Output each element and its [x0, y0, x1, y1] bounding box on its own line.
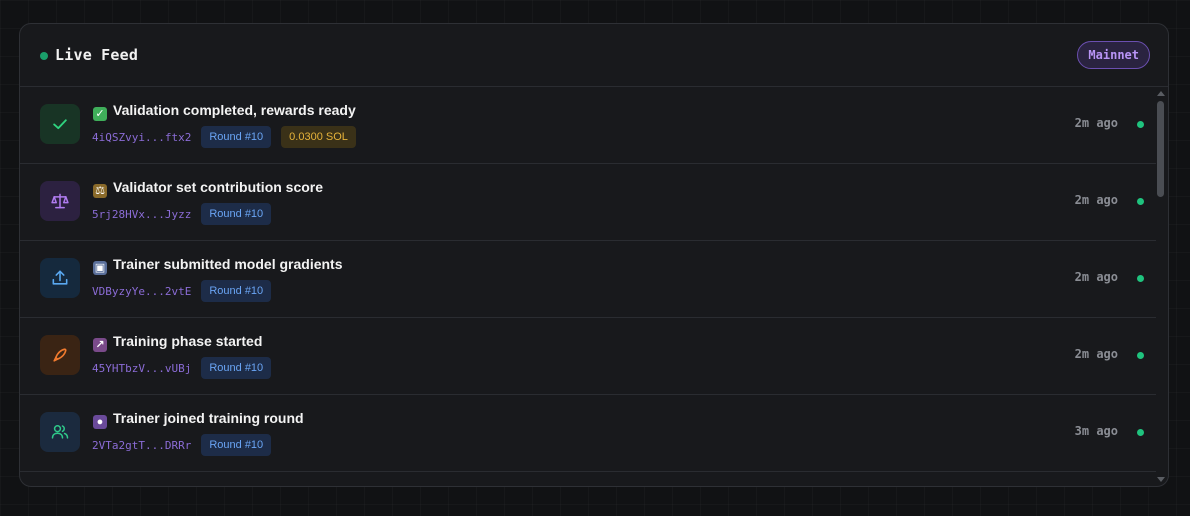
feed-item-title: ● Trainer joined training round: [93, 410, 304, 429]
reward-amount-tag: 0.0300 SOL: [281, 126, 356, 148]
feed-item-title: ↗ Training phase started: [93, 333, 262, 352]
wallet-address-link[interactable]: 45YHTbzV...vUBj: [92, 362, 191, 375]
network-badge[interactable]: Mainnet: [1077, 41, 1150, 69]
rocket-icon: [40, 335, 80, 375]
event-timestamp: 2m ago: [1074, 193, 1118, 207]
panel-header: Live Feed Mainnet: [20, 24, 1168, 87]
status-dot: [1137, 198, 1144, 205]
feed-item-title: ⚖ Validator set contribution score: [93, 179, 323, 198]
scale-icon: [40, 181, 80, 221]
live-status-dot: [40, 52, 48, 60]
round-tag: Round #10: [201, 203, 272, 225]
feed-item-title-text: Validation completed, rewards ready: [113, 102, 356, 118]
feed-item-meta: 45YHTbzV...vUBj Round #10: [92, 357, 272, 379]
feed-item-meta: 5rj28HVx...Jyzz Round #10: [92, 203, 272, 225]
status-dot: [1137, 352, 1144, 359]
scroll-up-arrow-icon[interactable]: [1157, 91, 1165, 96]
upload-icon: [40, 258, 80, 298]
event-timestamp: 2m ago: [1074, 347, 1118, 361]
balance-scale-emoji: ⚖: [93, 184, 107, 198]
feed-item-meta: 2VTa2gtT...DRRr Round #10: [92, 434, 272, 456]
event-timestamp: 2m ago: [1074, 270, 1118, 284]
event-timestamp: 3m ago: [1074, 424, 1118, 438]
feed-item-meta: 4iQSZvyi...ftx2 Round #10 0.0300 SOL: [92, 126, 356, 148]
wallet-address-link[interactable]: 4iQSZvyi...ftx2: [92, 131, 191, 144]
live-feed-panel: Live Feed Mainnet ✓ Validation completed,…: [19, 23, 1169, 487]
feed-item-title: ▣ Trainer submitted model gradients: [93, 256, 343, 275]
round-tag: Round #10: [201, 434, 272, 456]
outbox-emoji: ▣: [93, 261, 107, 275]
status-dot: [1137, 121, 1144, 128]
status-dot: [1137, 275, 1144, 282]
wallet-address-link[interactable]: 2VTa2gtT...DRRr: [92, 439, 191, 452]
users-icon: [40, 412, 80, 452]
status-dot: [1137, 429, 1144, 436]
feed-item-title-text: Training phase started: [113, 333, 263, 349]
feed-item-title-text: Validator set contribution score: [113, 179, 324, 195]
feed-item[interactable]: ● Trainer joined training round 2VTa2gtT.…: [20, 395, 1156, 472]
event-list: ✓ Validation completed, rewards ready 4iQ…: [20, 87, 1156, 486]
scroll-down-arrow-icon[interactable]: [1157, 477, 1165, 482]
round-tag: Round #10: [201, 280, 272, 302]
check-icon: [40, 104, 80, 144]
rocket-emoji: ↗: [93, 338, 107, 352]
panel-title: Live Feed: [55, 46, 139, 64]
feed-item[interactable]: ↗ Training phase started 45YHTbzV...vUBj …: [20, 318, 1156, 395]
check-mark-button-emoji: ✓: [93, 107, 107, 121]
wallet-address-link[interactable]: VDByzyYe...2vtE: [92, 285, 191, 298]
feed-item-title: ✓ Validation completed, rewards ready: [93, 102, 356, 121]
scroll-thumb[interactable]: [1157, 101, 1164, 197]
feed-item-meta: VDByzyYe...2vtE Round #10: [92, 280, 272, 302]
feed-item-title-text: Trainer joined training round: [113, 410, 304, 426]
feed-item[interactable]: ✓ Validation completed, rewards ready 4iQ…: [20, 87, 1156, 164]
feed-item[interactable]: ⚖ Validator set contribution score 5rj28H…: [20, 164, 1156, 241]
round-tag: Round #10: [201, 357, 272, 379]
person-silhouette-emoji: ●: [93, 415, 107, 429]
feed-item-title-text: Trainer submitted model gradients: [113, 256, 343, 272]
feed-scrollbar[interactable]: [1156, 87, 1166, 486]
event-timestamp: 2m ago: [1074, 116, 1118, 130]
round-tag: Round #10: [201, 126, 272, 148]
wallet-address-link[interactable]: 5rj28HVx...Jyzz: [92, 208, 191, 221]
feed-item[interactable]: ▣ Trainer submitted model gradients VDByz…: [20, 241, 1156, 318]
